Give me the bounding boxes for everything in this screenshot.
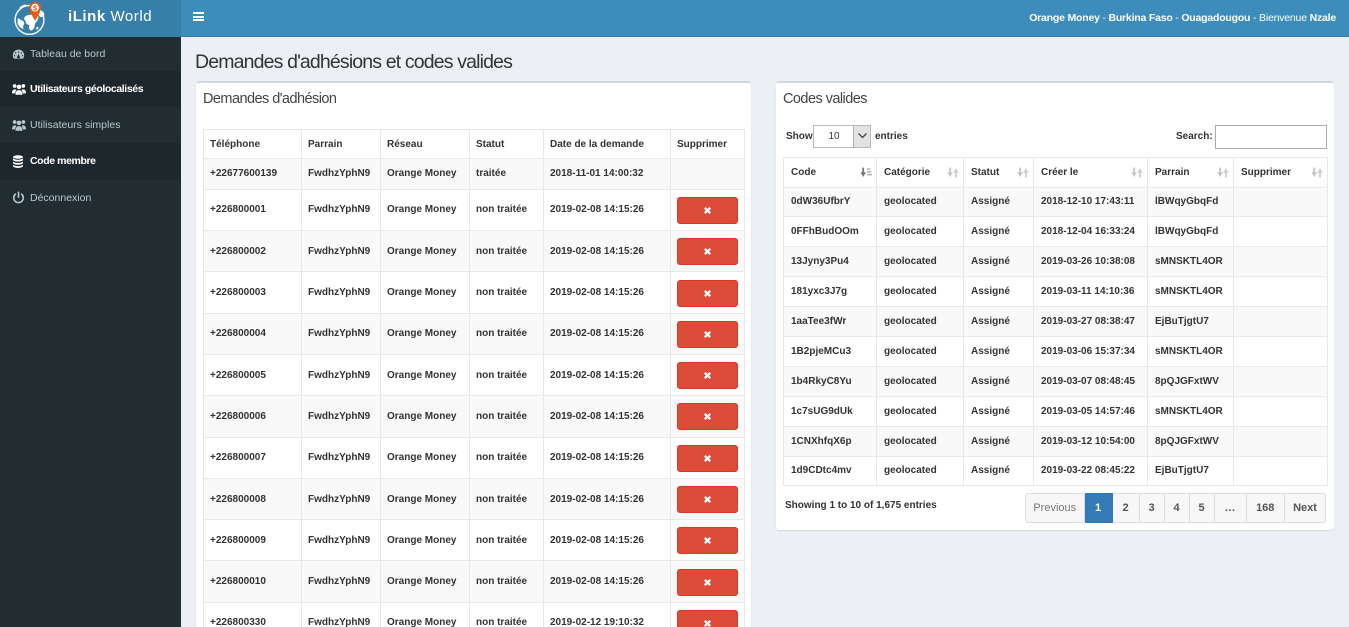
svg-text:$: $ bbox=[33, 3, 37, 12]
